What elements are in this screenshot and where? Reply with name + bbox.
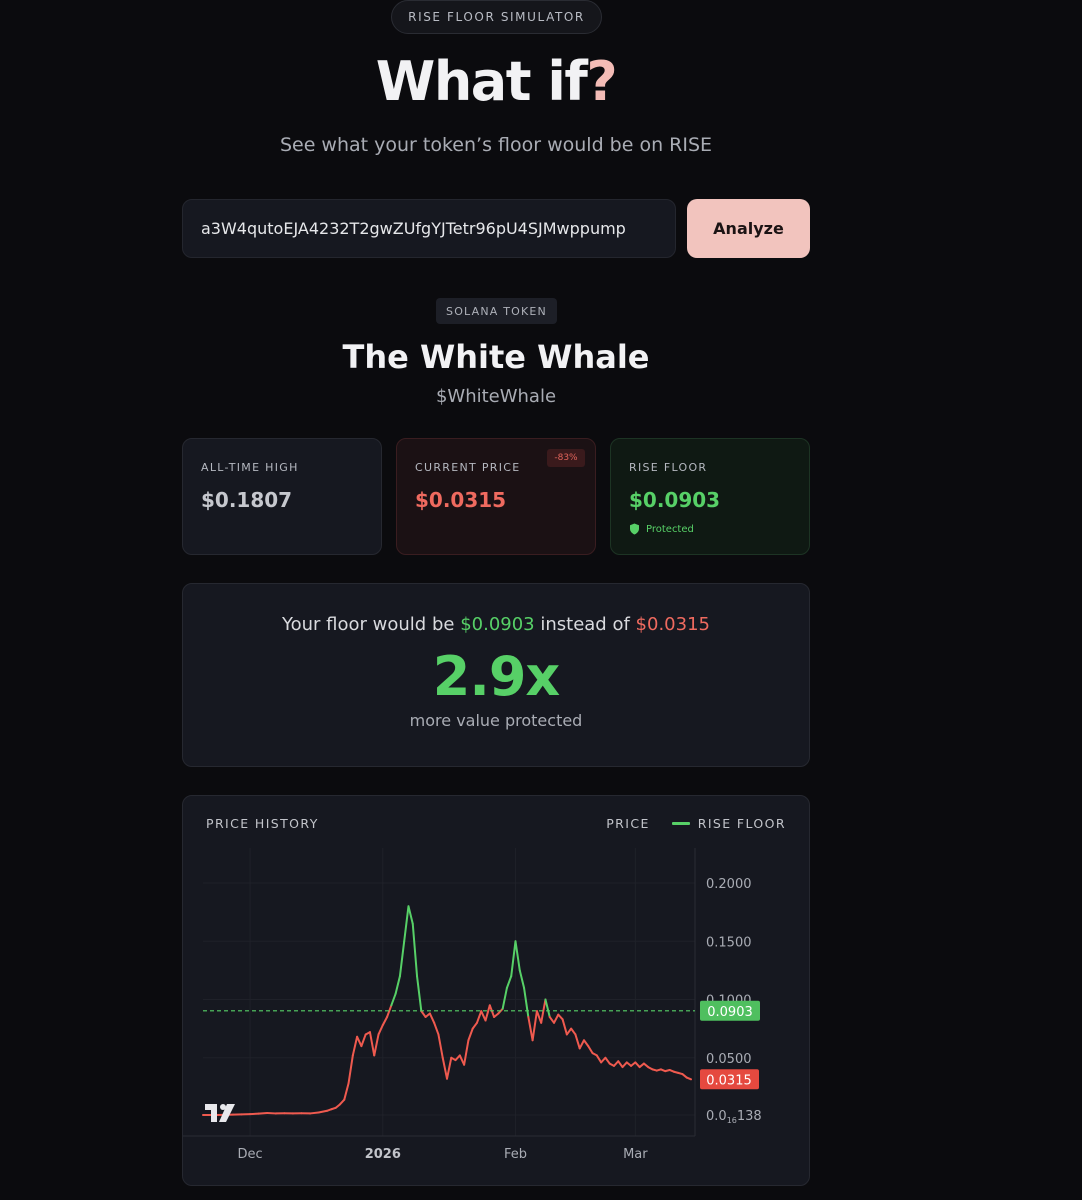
price-segment <box>582 1039 590 1048</box>
shield-icon <box>630 523 639 535</box>
rise-floor-value: $0.0903 <box>629 488 721 512</box>
price-segment <box>553 1013 560 1024</box>
price-segment <box>398 940 406 978</box>
y-tick-label: 0.2000 <box>706 877 752 892</box>
price-segment <box>347 1054 354 1085</box>
x-tick-label: 2026 <box>365 1147 401 1162</box>
price-segment <box>407 905 414 925</box>
protected-text: Protected <box>646 523 694 535</box>
price-segment <box>411 922 419 978</box>
chart-plot[interactable]: 0.20000.15000.10000.05000.016138Dec2026F… <box>183 796 810 1186</box>
ath-card: ALL-TIME HIGH $0.1807 <box>182 438 382 555</box>
title-question-mark: ? <box>586 50 617 113</box>
price-segment <box>360 1033 367 1048</box>
price-segment <box>441 1056 448 1080</box>
price-segment <box>505 975 513 989</box>
y-tick-label: 0.0500 <box>706 1052 752 1067</box>
price-segment <box>570 1027 577 1036</box>
rise-floor-label: RISE FLOOR <box>629 461 708 474</box>
price-segment <box>351 1035 359 1057</box>
price-segment <box>428 1012 436 1024</box>
analyze-button[interactable]: Analyze <box>687 199 810 258</box>
current-price-card: -83% CURRENT PRICE $0.0315 <box>396 438 596 555</box>
price-segment <box>467 1027 474 1042</box>
price-segment <box>257 1111 269 1115</box>
price-segment <box>604 1056 611 1065</box>
value-multiplier: 2.9x <box>432 645 561 708</box>
price-segment <box>368 1031 376 1057</box>
price-segment <box>518 969 526 989</box>
price-segment <box>394 975 401 995</box>
chain-badge: SOLANA TOKEN <box>436 298 557 324</box>
price-segment <box>531 1010 538 1042</box>
x-tick-label: Mar <box>623 1147 648 1162</box>
page-subtitle: See what your token’s floor would be on … <box>279 134 713 156</box>
price-segment <box>527 1015 534 1042</box>
comparison-current: $0.0315 <box>635 614 710 635</box>
token-symbol: $WhiteWhale <box>435 386 557 407</box>
price-segment <box>463 1039 470 1066</box>
price-segment <box>510 940 517 978</box>
price-segment <box>309 1111 320 1115</box>
x-tick-label: Dec <box>238 1147 263 1162</box>
price-segment <box>475 1010 483 1024</box>
price-segment <box>343 1082 350 1101</box>
multiplier-caption: more value protected <box>409 711 583 730</box>
comparison-middle: instead of <box>540 614 630 635</box>
price-segment <box>437 1033 444 1059</box>
price-segment <box>501 986 508 1010</box>
rise-floor-card: RISE FLOOR $0.0903 Protected <box>610 438 810 555</box>
price-change-badge: -83% <box>547 449 585 467</box>
comparison-sentence: Your floor would be $0.0903 instead of $… <box>183 614 809 635</box>
price-segment <box>561 1018 568 1036</box>
ath-value: $0.1807 <box>201 488 293 512</box>
price-segment <box>565 1027 573 1036</box>
title-main: What if <box>375 50 588 113</box>
current-price-tag-label: 0.0315 <box>706 1073 752 1088</box>
price-segment <box>317 1109 329 1114</box>
tradingview-logo-icon <box>205 1104 217 1122</box>
price-segment <box>617 1060 624 1069</box>
price-segment <box>523 986 530 1018</box>
price-segment <box>446 1056 453 1080</box>
price-segment <box>471 1021 478 1030</box>
comparison-floor: $0.0903 <box>460 614 535 635</box>
token-name: The White Whale <box>342 338 650 376</box>
price-segment <box>356 1035 363 1048</box>
x-tick-label: Feb <box>504 1147 527 1162</box>
price-segment <box>420 1010 427 1018</box>
comparison-card: Your floor would be $0.0903 instead of $… <box>182 583 810 767</box>
price-segment <box>685 1076 692 1081</box>
price-history-chart[interactable]: PRICE HISTORY PRICE RISE FLOOR 0.2000 0.1… <box>182 795 810 1186</box>
protected-status: Protected <box>629 523 791 535</box>
price-segment <box>595 1054 603 1064</box>
y-tick-label-min: 0.016138 <box>706 1109 762 1125</box>
price-segment <box>416 975 423 1013</box>
ath-label: ALL-TIME HIGH <box>201 461 299 474</box>
price-segment <box>373 1033 380 1057</box>
price-segment <box>433 1021 440 1036</box>
current-price-value: $0.0315 <box>415 488 507 512</box>
floor-price-tag-label: 0.0903 <box>707 1005 753 1020</box>
page-title: What if? <box>0 50 992 113</box>
price-segment <box>381 1015 389 1027</box>
price-segment <box>574 1033 581 1050</box>
price-segment <box>484 1004 491 1022</box>
price-segment <box>587 1045 594 1055</box>
simulator-pill: RISE FLOOR SIMULATOR <box>391 0 602 34</box>
y-tick-label: 0.1500 <box>706 935 752 950</box>
price-segment <box>578 1039 585 1050</box>
comparison-prefix: Your floor would be <box>282 614 455 635</box>
token-address-input[interactable] <box>182 199 676 258</box>
price-segment <box>544 998 551 1018</box>
price-segment <box>514 940 521 972</box>
price-segment <box>377 1024 384 1036</box>
price-segment <box>403 905 410 943</box>
